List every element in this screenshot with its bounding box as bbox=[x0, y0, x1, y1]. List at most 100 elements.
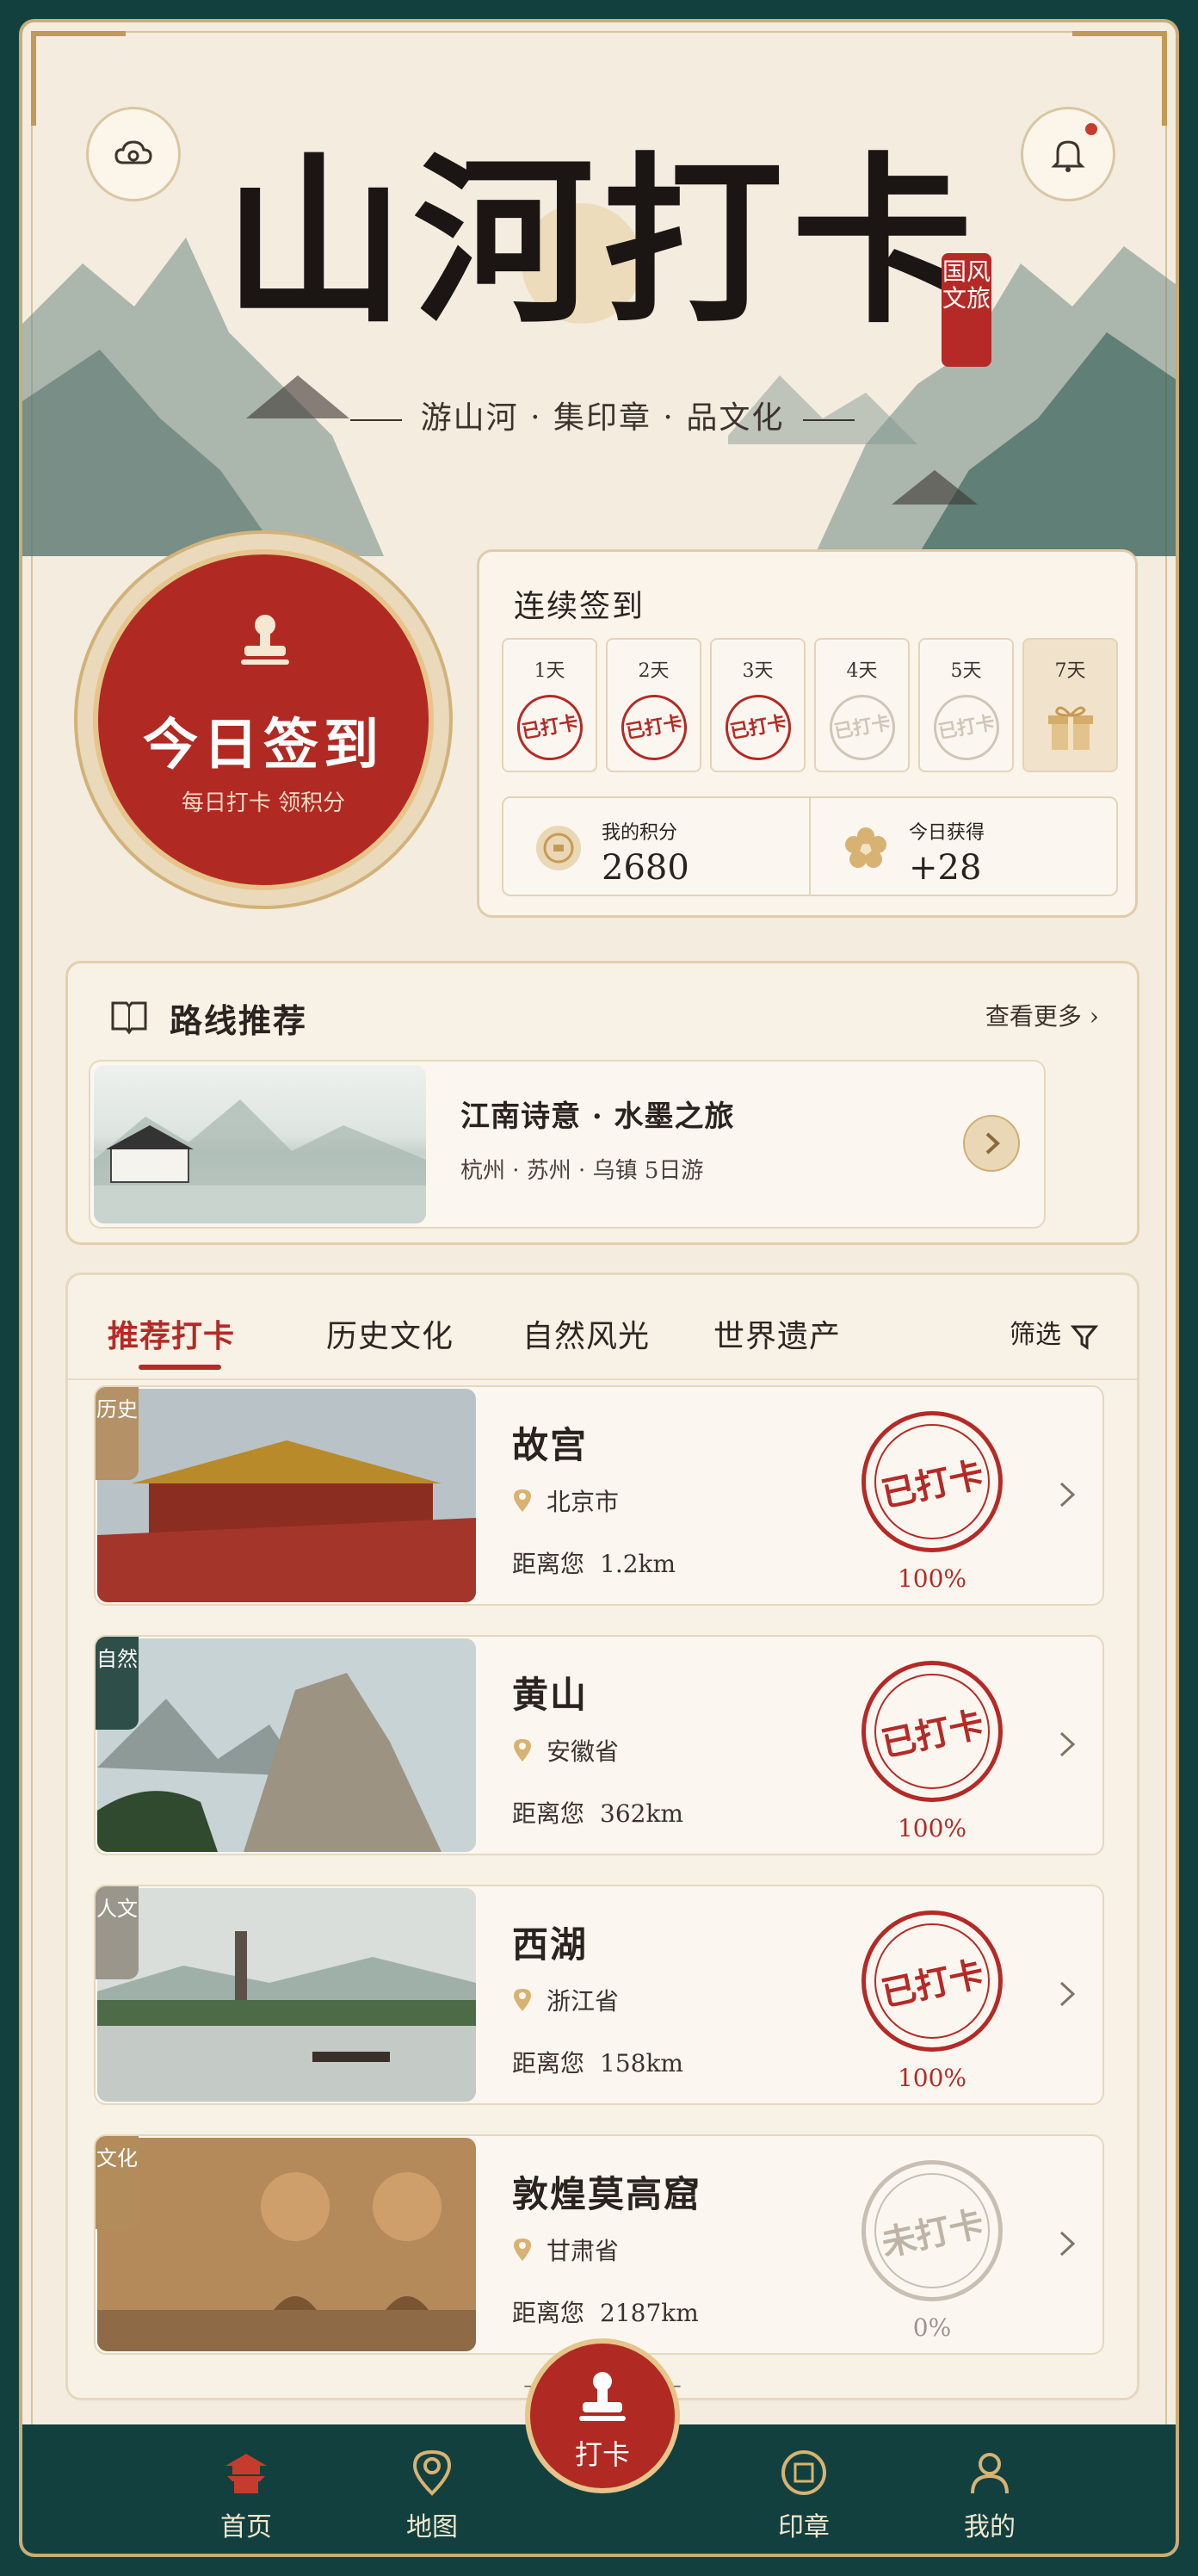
my-points[interactable]: 我的积分 2680 bbox=[503, 798, 809, 895]
filter-button[interactable]: 筛选 bbox=[1010, 1313, 1099, 1351]
ink-landscape-image bbox=[94, 1099, 426, 1223]
route-card[interactable]: 江南诗意 · 水墨之旅 杭州 · 苏州 · 乌镇 5日游 bbox=[89, 1060, 1046, 1229]
streak-day-reward[interactable]: 7天 bbox=[1022, 638, 1118, 772]
checked-in-stamp: 已打卡 bbox=[861, 1910, 1003, 2052]
streak-day: 4天 已打卡 bbox=[814, 638, 910, 772]
title-seal: 国风文旅 bbox=[942, 253, 991, 367]
category-tag: 历史 bbox=[96, 1387, 139, 1480]
stamp-icon bbox=[579, 2372, 626, 2421]
book-icon bbox=[111, 1001, 147, 1035]
list-item[interactable]: 人文 西湖 浙江省 距离您 158km 已打卡 100% bbox=[94, 1885, 1104, 2105]
day-stamp: 已打卡 bbox=[719, 689, 796, 766]
streak-day: 1天 已打卡 bbox=[502, 638, 597, 772]
tab-heritage[interactable]: 世界遗产 bbox=[713, 1311, 841, 1356]
chevron-right-icon: › bbox=[1089, 1002, 1099, 1031]
completion-percent: 100% bbox=[897, 1814, 967, 1842]
route-go-button[interactable] bbox=[963, 1115, 1020, 1172]
nav-seal[interactable]: 印章 bbox=[744, 2447, 864, 2543]
nav-mine[interactable]: 我的 bbox=[929, 2447, 1050, 2543]
list-item[interactable]: 历史 故宫 北京市 距离您 1.2km 已打卡 100% bbox=[94, 1385, 1104, 1606]
points-panel: 我的积分 2680 今日获得 +28 bbox=[502, 796, 1118, 896]
streak-days: 1天 已打卡 2天 已打卡 3天 已打卡 4天 已打卡 5天 已打卡 7天 bbox=[502, 638, 1118, 772]
category-tabs: 推荐打卡 历史文化 自然风光 世界遗产 筛选 bbox=[68, 1275, 1137, 1380]
not-checked-in-stamp: 未打卡 bbox=[861, 2160, 1003, 2301]
place-location: 北京市 bbox=[512, 1483, 619, 1518]
list-item[interactable]: 文化 敦煌莫高窟 甘肃省 距离您 2187km 未打卡 0% bbox=[94, 2134, 1104, 2355]
checkin-title: 今日签到 bbox=[143, 713, 384, 777]
today-value: +28 bbox=[909, 848, 982, 888]
daily-checkin-button[interactable]: 今日签到 每日打卡 领积分 bbox=[74, 530, 453, 909]
route-thumbnail bbox=[94, 1065, 426, 1223]
map-icon bbox=[412, 2449, 452, 2496]
streak-title: 连续签到 bbox=[514, 589, 645, 624]
chevron-right-icon[interactable] bbox=[1049, 1972, 1084, 2016]
location-pin-icon bbox=[514, 2239, 531, 2261]
place-name: 敦煌莫高窟 bbox=[512, 2173, 702, 2215]
route-name: 江南诗意 · 水墨之旅 bbox=[460, 1099, 735, 1134]
west-lake-photo bbox=[97, 1888, 476, 2102]
category-tag: 文化 bbox=[96, 2136, 139, 2229]
tab-history[interactable]: 历史文化 bbox=[326, 1311, 454, 1356]
see-more-link[interactable]: 查看更多 › bbox=[985, 998, 1099, 1032]
day-stamp: 已打卡 bbox=[824, 689, 900, 766]
route-recommendations: 路线推荐 查看更多 › 江南诗意 · 水墨之旅 杭州 · 苏州 · 乌镇 5日游 bbox=[65, 961, 1139, 1245]
nav-map[interactable]: 地图 bbox=[372, 2447, 492, 2543]
bottom-navigation: 首页 地图 打卡 印章 我的 bbox=[22, 2338, 1176, 2554]
category-tag: 自然 bbox=[96, 1637, 139, 1730]
chevron-right-icon[interactable] bbox=[1049, 2222, 1084, 2265]
day-stamp: 已打卡 bbox=[511, 689, 588, 766]
active-tab-indicator bbox=[139, 1365, 221, 1370]
nav-checkin-button[interactable]: 打卡 bbox=[525, 2338, 680, 2493]
chevron-right-icon[interactable] bbox=[1049, 1473, 1084, 1516]
user-icon bbox=[971, 2453, 1009, 2494]
mogao-caves-photo bbox=[97, 2138, 476, 2351]
place-location: 甘肃省 bbox=[512, 2232, 619, 2267]
stamp-icon bbox=[241, 615, 289, 665]
streak-card: 连续签到 1天 已打卡 2天 已打卡 3天 已打卡 4天 已打卡 5天 已打卡 7天 我的… bbox=[477, 549, 1138, 918]
tab-recommended[interactable]: 推荐打卡 bbox=[108, 1311, 235, 1356]
huangshan-photo bbox=[97, 1638, 476, 1852]
completion-percent: 100% bbox=[897, 1564, 967, 1593]
location-pin-icon bbox=[514, 1489, 531, 1512]
points-value: 2680 bbox=[602, 848, 689, 888]
location-pin-icon bbox=[514, 1989, 531, 2011]
streak-day: 5天 已打卡 bbox=[918, 638, 1014, 772]
place-distance: 距离您 158km bbox=[512, 2049, 683, 2078]
app-subtitle: 游山河 · 集印章 · 品文化 bbox=[22, 393, 1176, 437]
checked-in-stamp: 已打卡 bbox=[861, 1411, 1003, 1552]
forbidden-city-photo bbox=[97, 1389, 476, 1602]
tab-nature[interactable]: 自然风光 bbox=[522, 1311, 650, 1356]
routes-title: 路线推荐 bbox=[170, 1001, 308, 1040]
seal-icon bbox=[781, 2450, 826, 2495]
route-description: 杭州 · 苏州 · 乌镇 5日游 bbox=[460, 1158, 704, 1184]
filter-icon bbox=[1070, 1325, 1099, 1350]
gift-icon bbox=[1047, 706, 1093, 750]
header-banner: 山河打卡 国风文旅 游山河 · 集印章 · 品文化 bbox=[22, 22, 1176, 556]
day-stamp: 已打卡 bbox=[928, 689, 1004, 766]
coin-icon bbox=[536, 826, 581, 870]
checked-in-stamp: 已打卡 bbox=[861, 1661, 1003, 1802]
list-item[interactable]: 自然 黄山 安徽省 距离您 362km 已打卡 100% bbox=[94, 1635, 1104, 1855]
completion-percent: 0% bbox=[912, 2313, 952, 2342]
place-name: 西湖 bbox=[512, 1923, 589, 1966]
app-page: 山河打卡 国风文旅 游山河 · 集印章 · 品文化 今日签到 每日打卡 领积分 … bbox=[19, 19, 1179, 2557]
day-stamp: 已打卡 bbox=[615, 689, 692, 766]
category-tag: 人文 bbox=[96, 1886, 139, 1979]
today-points: 今日获得 +28 bbox=[809, 798, 1116, 895]
chevron-right-icon[interactable] bbox=[1049, 1723, 1084, 1766]
streak-day: 2天 已打卡 bbox=[606, 638, 701, 772]
place-distance: 距离您 362km bbox=[512, 1799, 683, 1828]
streak-day: 3天 已打卡 bbox=[710, 638, 806, 772]
place-distance: 距离您 2187km bbox=[512, 2299, 699, 2327]
notification-dot bbox=[1085, 123, 1097, 135]
place-location: 浙江省 bbox=[512, 1983, 619, 2017]
place-distance: 距离您 1.2km bbox=[512, 1550, 676, 1578]
place-name: 黄山 bbox=[512, 1674, 589, 1716]
place-name: 故宫 bbox=[512, 1424, 589, 1466]
checkin-subtitle: 每日打卡 领积分 bbox=[181, 790, 346, 816]
nav-home[interactable]: 首页 bbox=[186, 2447, 306, 2543]
chevron-right-icon bbox=[985, 1132, 1000, 1155]
flower-icon bbox=[845, 827, 886, 868]
checkin-seal[interactable]: 今日签到 每日打卡 领积分 bbox=[93, 549, 434, 890]
location-pin-icon bbox=[514, 1739, 531, 1762]
